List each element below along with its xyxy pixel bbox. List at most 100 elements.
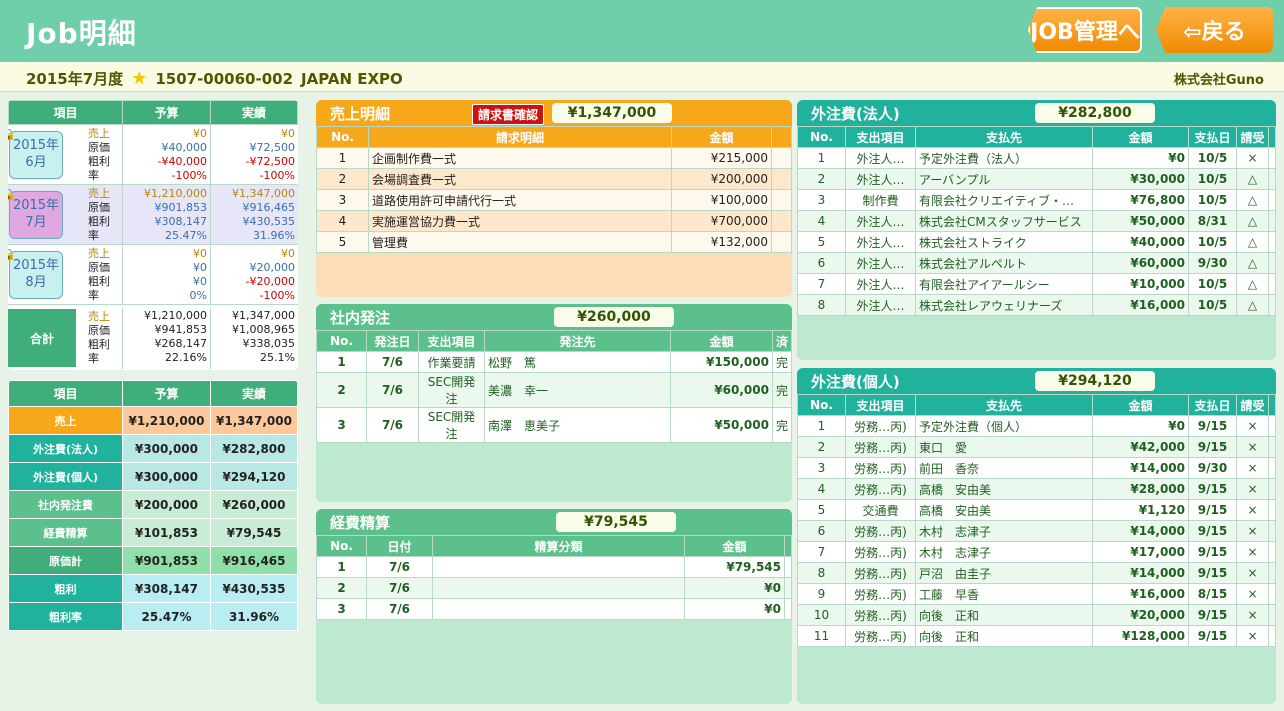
table-row[interactable]: 2 7/6 SEC開発注 美濃 幸一 ¥60,000 完 bbox=[316, 372, 792, 408]
back-button[interactable]: ⇦戻る bbox=[1156, 7, 1273, 53]
col-header-no: No. bbox=[316, 330, 367, 352]
amount: ¥28,000 bbox=[1092, 478, 1189, 500]
category bbox=[432, 556, 685, 578]
col-header-pay-date: 支払日 bbox=[1188, 394, 1237, 416]
month-block: 🔒 2015年 8月 売上 原価 粗利率 ¥0 ¥0 ¥0 0% ¥0 ¥20,000 -¥20… bbox=[8, 245, 298, 305]
table-row[interactable]: 11 労務…丙) 向後 正和 ¥128,000 9/15 × bbox=[797, 625, 1276, 647]
summary-label: 外注費(個人) bbox=[8, 462, 123, 491]
month-block: 🔒 2015年 7月 売上 原価 粗利率 ¥1,210,000 ¥901,853 ¥308… bbox=[8, 185, 298, 245]
table-row[interactable]: 8 労務…丙) 戸沼 由圭子 ¥14,000 9/15 × bbox=[797, 562, 1276, 584]
expense-item: 制作費 bbox=[845, 189, 916, 211]
row-no: 3 bbox=[797, 189, 846, 211]
table-row[interactable]: 7 労務…丙) 木村 志津子 ¥17,000 9/15 × bbox=[797, 541, 1276, 563]
table-row[interactable]: 3 制作費 有限会社クリエイティブ・… ¥76,800 10/5 △ bbox=[797, 189, 1276, 211]
monthly-summary-table: 項目 予算 実績 🔒 2015年 6月 売上 原価 粗利率 ¥0 ¥40,000 -¥40… bbox=[8, 100, 298, 370]
budget-value: ¥308,147 bbox=[154, 215, 208, 228]
job-management-button[interactable]: JOB管理へ bbox=[1028, 7, 1142, 53]
table-row[interactable]: 5 交通費 高橋 安由美 ¥1,120 9/15 × bbox=[797, 499, 1276, 521]
amount: ¥60,000 bbox=[1092, 252, 1189, 274]
table-row[interactable]: 6 外注人… 株式会社アルペルト ¥60,000 9/30 △ bbox=[797, 252, 1276, 274]
table-row[interactable]: 3 道路使用許可申請代行一式 ¥100,000 bbox=[316, 189, 792, 211]
lock-icon: 🔒 bbox=[8, 247, 16, 261]
amount: ¥79,545 bbox=[684, 556, 785, 578]
invoice-confirm-button[interactable]: 請求書確認 bbox=[472, 104, 545, 125]
budget-value: 0% bbox=[189, 289, 207, 302]
pay-date: 10/5 bbox=[1188, 273, 1237, 295]
payee: 有限会社クリエイティブ・… bbox=[915, 189, 1093, 211]
budget-value: -100% bbox=[171, 169, 207, 182]
table-row[interactable]: 1 外注人… 予定外注費（法人） ¥0 10/5 × bbox=[797, 147, 1276, 169]
table-row[interactable]: 2 会場調査費一式 ¥200,000 bbox=[316, 168, 792, 190]
table-row[interactable]: 4 外注人… 株式会社CMスタッフサービス ¥50,000 8/31 △ bbox=[797, 210, 1276, 232]
table-row[interactable]: 1 企画制作費一式 ¥215,000 bbox=[316, 147, 792, 169]
expense-item: 労務…丙) bbox=[845, 436, 916, 458]
table-row[interactable]: 7 外注人… 有限会社アイアールシー ¥10,000 10/5 △ bbox=[797, 273, 1276, 295]
company-name: 株式会社Guno bbox=[1173, 73, 1264, 88]
row-no: 5 bbox=[797, 231, 846, 253]
row-label: 粗利 bbox=[88, 214, 110, 228]
amount: ¥10,000 bbox=[1092, 273, 1189, 295]
budget-value: ¥1,210,000 bbox=[144, 187, 207, 200]
table-row[interactable]: 10 労務…丙) 向後 正和 ¥20,000 9/15 × bbox=[797, 604, 1276, 626]
row-label: 率 bbox=[88, 228, 99, 242]
table-row[interactable]: 1 7/6 作業要請 松野 篤 ¥150,000 完 bbox=[316, 351, 792, 373]
budget-value: ¥268,147 bbox=[154, 337, 208, 350]
table-row[interactable]: 1 労務…丙) 予定外注費（個人） ¥0 9/15 × bbox=[797, 415, 1276, 437]
cost-summary-table: 項目 予算 実績 売上 ¥1,210,000 ¥1,347,000 外注費(法人… bbox=[8, 380, 298, 640]
col-header-date: 日付 bbox=[366, 535, 433, 557]
table-row[interactable]: 3 労務…丙) 前田 香奈 ¥14,000 9/30 × bbox=[797, 457, 1276, 479]
actual-value: ¥1,347,000 bbox=[232, 309, 295, 322]
amount: ¥100,000 bbox=[671, 189, 772, 211]
amount: ¥30,000 bbox=[1092, 168, 1189, 190]
col-header-budget: 予算 bbox=[122, 380, 211, 407]
amount: ¥14,000 bbox=[1092, 520, 1189, 542]
row-no: 2 bbox=[316, 372, 367, 408]
payee: 株式会社レアウェリナーズ bbox=[915, 294, 1093, 316]
star-icon[interactable]: ★ bbox=[131, 68, 147, 89]
row-no: 1 bbox=[316, 147, 369, 169]
summary-label: 原価計 bbox=[8, 546, 123, 575]
status-mark: △ bbox=[1236, 210, 1269, 232]
actual-value: ¥430,535 bbox=[242, 215, 296, 228]
summary-row: 原価計 ¥901,853 ¥916,465 bbox=[8, 546, 298, 575]
indiv-title: 外注費(個人) bbox=[811, 372, 900, 391]
table-row[interactable]: 9 労務…丙) 工藤 早香 ¥16,000 8/15 × bbox=[797, 583, 1276, 605]
table-row[interactable]: 1 7/6 ¥79,545 bbox=[316, 556, 792, 578]
month-button[interactable]: 🔒 2015年 8月 bbox=[8, 247, 63, 299]
expense-item: 外注人… bbox=[845, 147, 916, 169]
table-row[interactable]: 4 実施運営協力費一式 ¥700,000 bbox=[316, 210, 792, 232]
col-header-done: 済 bbox=[771, 330, 792, 352]
pay-date: 9/15 bbox=[1188, 415, 1237, 437]
table-row[interactable]: 5 外注人… 株式会社ストライク ¥40,000 10/5 △ bbox=[797, 231, 1276, 253]
amount: ¥42,000 bbox=[1092, 436, 1189, 458]
payee: 戸沼 由圭子 bbox=[915, 562, 1093, 584]
row-label: 売上 bbox=[88, 186, 110, 200]
expense-item: 外注人… bbox=[845, 168, 916, 190]
amount: ¥0 bbox=[684, 577, 785, 599]
total-block: 合計 売上 原価 粗利率 ¥1,210,000 ¥941,853 ¥268,147 22.… bbox=[8, 307, 298, 369]
row-no: 1 bbox=[797, 147, 846, 169]
table-row[interactable]: 8 外注人… 株式会社レアウェリナーズ ¥16,000 10/5 △ bbox=[797, 294, 1276, 316]
row-no: 4 bbox=[797, 478, 846, 500]
row-label: 粗利 bbox=[88, 338, 110, 351]
status-mark: × bbox=[1236, 499, 1269, 521]
table-row[interactable]: 3 7/6 ¥0 bbox=[316, 598, 792, 620]
table-row[interactable]: 3 7/6 SEC開発注 南澤 恵美子 ¥50,000 完 bbox=[316, 407, 792, 443]
month-button[interactable]: 🔒 2015年 7月 bbox=[8, 187, 63, 239]
lock-icon: 🔒 bbox=[8, 187, 16, 201]
table-row[interactable]: 5 管理費 ¥132,000 bbox=[316, 231, 792, 253]
summary-actual: ¥916,465 bbox=[210, 546, 298, 575]
table-row[interactable]: 2 外注人… アーバンプル ¥30,000 10/5 △ bbox=[797, 168, 1276, 190]
month-button[interactable]: 🔒 2015年 6月 bbox=[8, 128, 63, 179]
status-mark: × bbox=[1236, 625, 1269, 647]
amount: ¥76,800 bbox=[1092, 189, 1189, 211]
table-row[interactable]: 2 7/6 ¥0 bbox=[316, 577, 792, 599]
internal-order-panel: 社内発注 ¥260,000 No. 発注日 支出項目 発注先 金額 済 1 7/6… bbox=[316, 304, 792, 502]
status-mark: △ bbox=[1236, 168, 1269, 190]
row-label: 売上 bbox=[88, 246, 110, 260]
order-date: 7/6 bbox=[366, 407, 419, 443]
table-row[interactable]: 2 労務…丙) 東口 愛 ¥42,000 9/15 × bbox=[797, 436, 1276, 458]
col-header-amount: 金額 bbox=[1092, 394, 1189, 416]
table-row[interactable]: 4 労務…丙) 高橋 安由美 ¥28,000 9/15 × bbox=[797, 478, 1276, 500]
table-row[interactable]: 6 労務…丙) 木村 志津子 ¥14,000 9/15 × bbox=[797, 520, 1276, 542]
